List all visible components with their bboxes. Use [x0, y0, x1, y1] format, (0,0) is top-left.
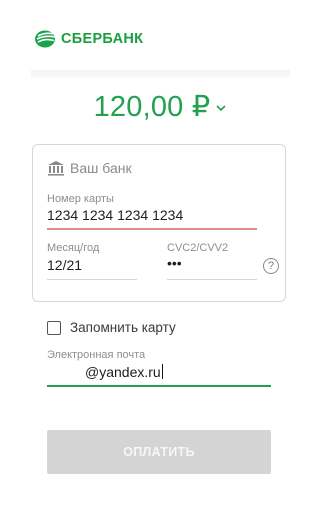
amount-selector[interactable]: 120,00 ₽: [0, 86, 320, 126]
cvc-underline: [167, 279, 257, 280]
remember-card-toggle[interactable]: Запомнить карту: [47, 320, 176, 335]
card-number-label: Номер карты: [47, 193, 114, 205]
email-field[interactable]: @yandex.ru: [85, 364, 163, 380]
card-number-underline: [47, 228, 257, 230]
email-underline: [47, 385, 271, 387]
payment-amount: 120,00 ₽: [93, 90, 211, 123]
top-divider: [31, 70, 290, 78]
bank-building-icon: [48, 161, 64, 176]
email-label: Электронная почта: [47, 349, 146, 361]
sberbank-logo-icon: [35, 30, 56, 48]
bank-name: Ваш банк: [70, 160, 132, 176]
text-cursor: [161, 364, 163, 379]
pay-button[interactable]: ОПЛАТИТЬ: [47, 430, 271, 474]
cvc-input[interactable]: •••: [167, 255, 182, 271]
bank-indicator: Ваш банк: [47, 160, 132, 176]
remember-card-checkbox[interactable]: [47, 320, 61, 335]
logo-text: СБЕРБАНК: [61, 31, 144, 47]
card-number-input[interactable]: 1234 1234 1234 1234: [47, 207, 183, 223]
chevron-down-icon[interactable]: [216, 104, 226, 112]
expiry-label: Месяц/год: [47, 242, 100, 254]
expiry-input[interactable]: 12/21: [47, 257, 82, 273]
card-form: Ваш банк Номер карты 1234 1234 1234 1234…: [32, 144, 286, 302]
question-circle-icon[interactable]: ?: [263, 258, 279, 274]
sberbank-logo: СБЕРБАНК: [34, 27, 143, 51]
expiry-underline: [47, 279, 137, 280]
cvc-label: CVC2/CVV2: [167, 242, 229, 254]
email-value: @yandex.ru: [85, 364, 161, 380]
remember-card-label: Запомнить карту: [70, 320, 176, 335]
